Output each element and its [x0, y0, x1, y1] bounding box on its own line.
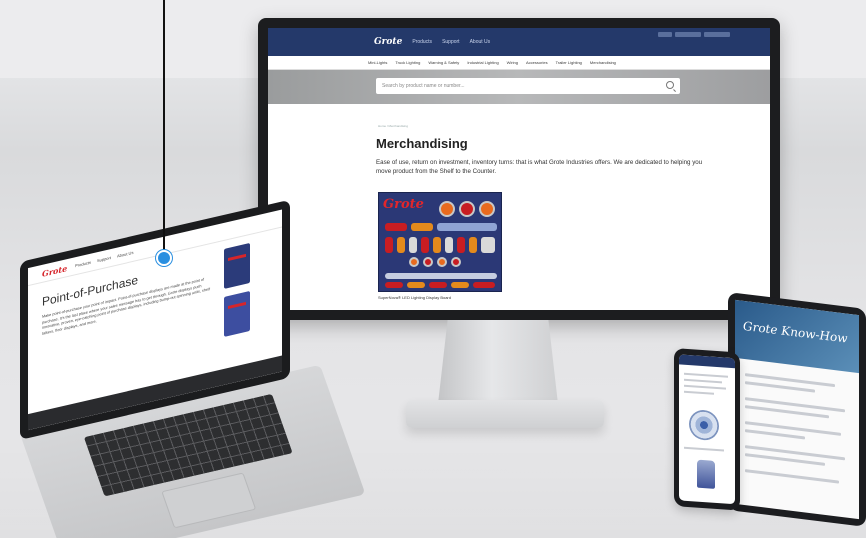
subnav-item[interactable]: Wiring	[507, 60, 518, 65]
bar-lamp-icon	[407, 282, 425, 288]
text-line	[745, 445, 845, 461]
text-line	[684, 378, 722, 384]
nav-item-about[interactable]: About Us	[470, 39, 491, 45]
search-placeholder: Search by product name or number...	[382, 83, 465, 89]
search-icon[interactable]	[666, 81, 674, 89]
page-title: Merchandising	[376, 136, 468, 151]
subnav-item[interactable]: Truck Lighting	[395, 60, 420, 65]
subnav-item[interactable]: Industrial Lighting	[467, 60, 498, 65]
laptop-trackpad	[161, 472, 257, 529]
text-line	[684, 446, 724, 452]
lamp-icon	[439, 201, 455, 217]
subnav-item[interactable]: Accessories	[526, 60, 548, 65]
lamp-icon	[479, 201, 495, 217]
text-line	[745, 469, 839, 484]
bar-lamp-icon	[481, 237, 495, 253]
bar-lamp-icon	[397, 237, 405, 253]
tablet-banner: Grote Know-How	[735, 299, 859, 374]
bar-lamp-icon	[411, 223, 433, 231]
board-caption: SuperNova® LED Lighting Display Board	[378, 295, 451, 300]
display-rack-image[interactable]	[224, 290, 250, 337]
tablet-screen: Grote Know-How	[735, 299, 859, 520]
laptop-nav-item[interactable]: Support	[97, 255, 111, 263]
lamp-icon	[437, 257, 447, 267]
laptop-nav-item[interactable]: Products	[75, 260, 91, 269]
display-board-image[interactable]: Grote	[378, 192, 502, 292]
text-line	[684, 390, 714, 395]
bar-lamp-icon	[385, 223, 407, 231]
board-logo: Grote	[383, 197, 424, 212]
phone-header	[679, 354, 735, 369]
lamp-icon	[423, 257, 433, 267]
bar-lamp-icon	[437, 223, 497, 231]
bar-lamp-icon	[429, 282, 447, 288]
bar-lamp-icon	[421, 237, 429, 253]
breadcrumb[interactable]: Home / Merchandising	[378, 124, 408, 128]
know-how-logo: Grote Know-How	[743, 318, 848, 346]
bar-lamp-icon	[409, 237, 417, 253]
bar-lamp-icon	[473, 282, 495, 288]
display-rack-image[interactable]	[224, 242, 250, 289]
text-line	[684, 384, 726, 390]
page-description: Ease of use, return on investment, inven…	[376, 159, 703, 175]
subnav-item[interactable]: Trailer Lighting	[556, 60, 582, 65]
subnav-item[interactable]: Merchandising	[590, 60, 616, 65]
bar-lamp-icon	[445, 237, 453, 253]
utility-button[interactable]	[675, 32, 701, 37]
bar-lamp-icon	[385, 273, 497, 279]
text-line	[745, 429, 805, 440]
desktop-subnav: Mini-Lights Truck Lighting Warning & Saf…	[268, 56, 770, 70]
desktop-logo[interactable]: Grote	[374, 37, 402, 47]
subnav-item[interactable]: Mini-Lights	[368, 60, 387, 65]
lamp-icon	[451, 257, 461, 267]
product-image	[697, 459, 715, 489]
phone-screen	[679, 354, 735, 505]
text-line	[684, 372, 728, 378]
laptop-nav-item[interactable]: About Us	[117, 250, 133, 259]
desktop-screen: Grote Products Support About Us Mini-Lig…	[268, 28, 770, 310]
tablet-device: Grote Know-How	[728, 292, 866, 527]
desktop-monitor: Grote Products Support About Us Mini-Lig…	[258, 18, 780, 320]
desktop-top-nav: Grote Products Support About Us	[268, 28, 770, 56]
subnav-item[interactable]: Warning & Safety	[428, 60, 459, 65]
search-input[interactable]: Search by product name or number...	[376, 78, 680, 94]
search-band: Search by product name or number...	[268, 70, 770, 104]
bar-lamp-icon	[433, 237, 441, 253]
bar-lamp-icon	[457, 237, 465, 253]
bar-lamp-icon	[385, 282, 403, 288]
laptop-logo[interactable]: Grote	[42, 263, 67, 279]
utility-button[interactable]	[704, 32, 730, 37]
callout-line	[163, 0, 165, 252]
bar-lamp-icon	[385, 237, 393, 253]
bar-lamp-icon	[469, 237, 477, 253]
lamp-icon	[409, 257, 419, 267]
monitor-stand-neck	[438, 320, 558, 404]
nav-item-support[interactable]: Support	[442, 39, 460, 45]
utility-buttons	[658, 32, 730, 37]
monitor-stand-base	[406, 400, 604, 428]
lamp-icon	[459, 201, 475, 217]
nav-item-products[interactable]: Products	[412, 39, 432, 45]
utility-button[interactable]	[658, 32, 672, 37]
lamp-diagram-image	[689, 409, 719, 442]
callout-marker[interactable]	[156, 250, 172, 266]
text-line	[745, 397, 845, 413]
bar-lamp-icon	[451, 282, 469, 288]
phone-device	[674, 348, 740, 511]
